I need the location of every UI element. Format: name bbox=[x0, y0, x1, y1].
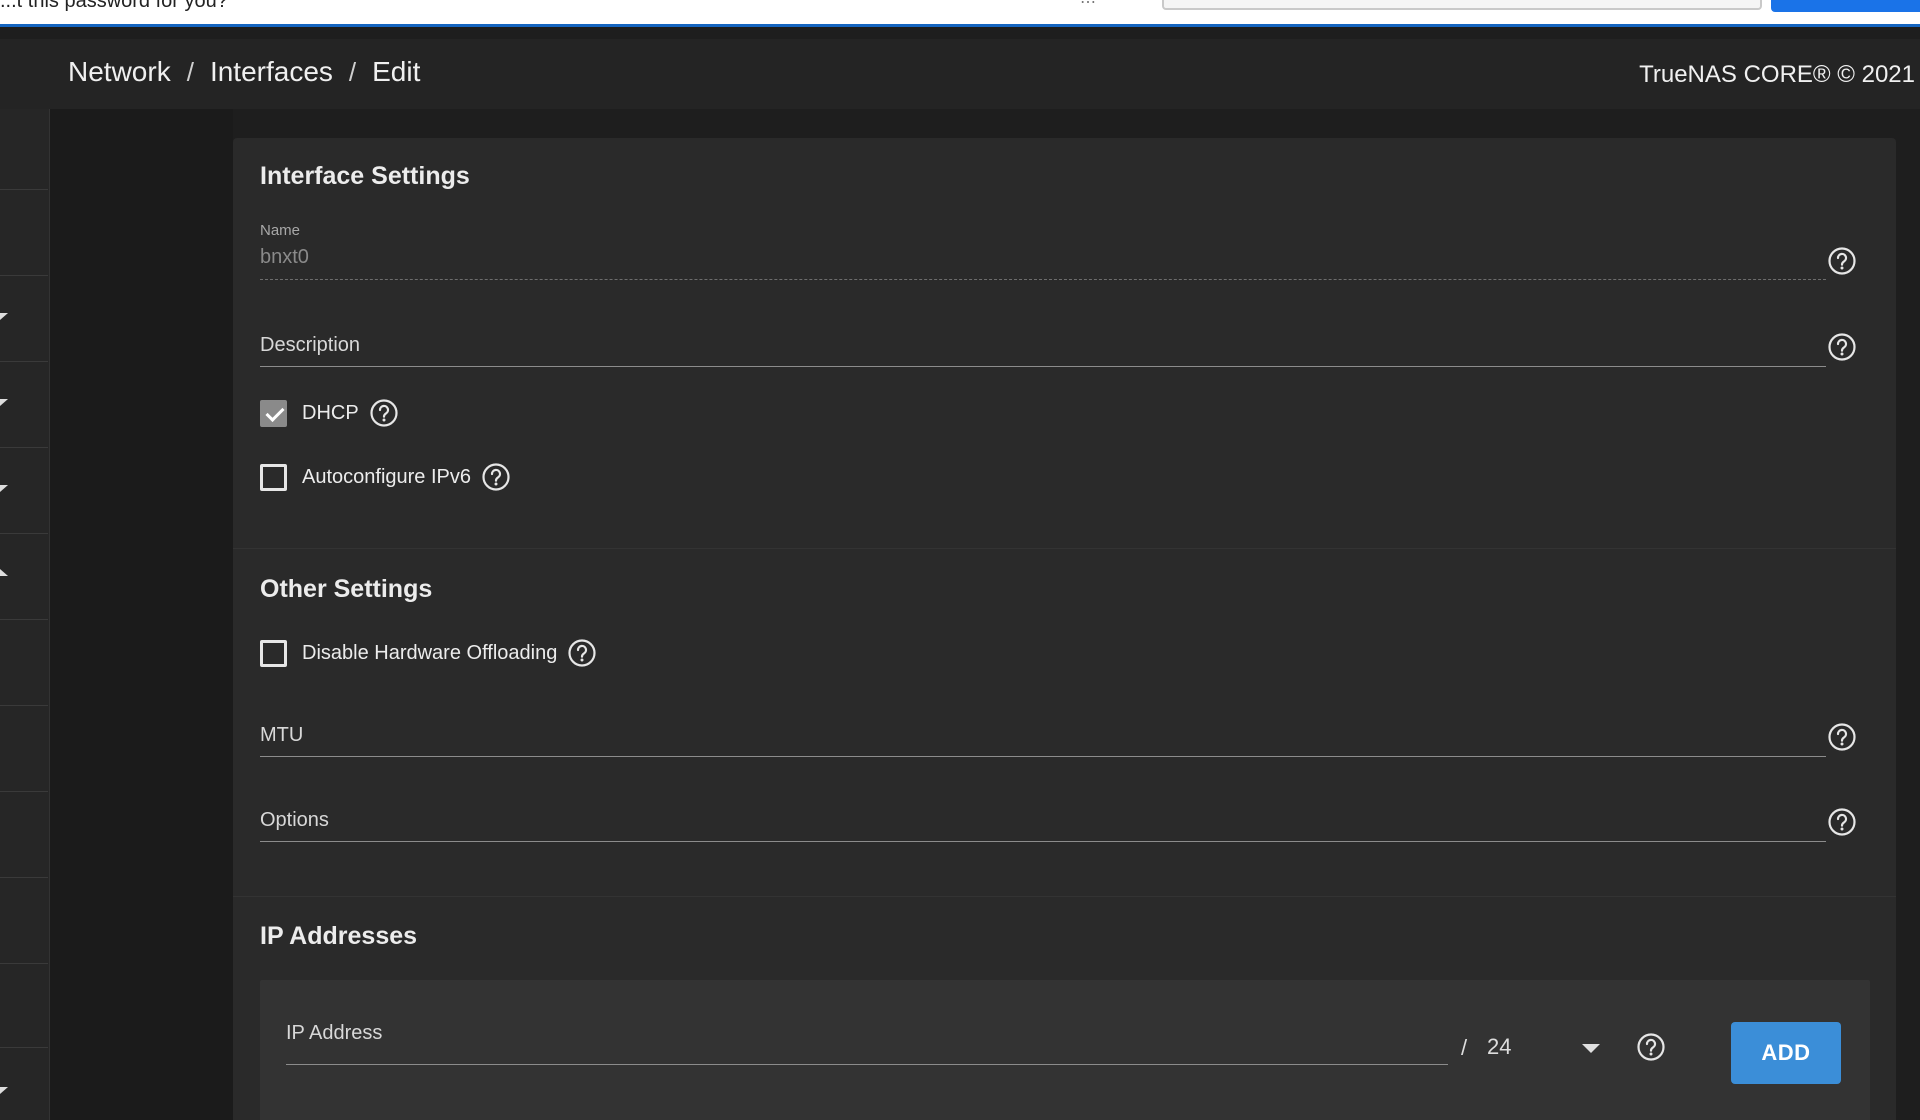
interface-edit-form: Interface Settings Name bnxt0 Descriptio… bbox=[233, 138, 1896, 1120]
section-divider bbox=[233, 896, 1896, 897]
sidebar-divider bbox=[0, 791, 48, 792]
sidebar-divider bbox=[0, 275, 48, 276]
description-underline bbox=[260, 366, 1826, 367]
ip-address-row: IP Address / 24 ADD bbox=[260, 980, 1870, 1120]
page-header: Network / Interfaces / Edit TrueNAS CORE… bbox=[0, 39, 1920, 109]
section-divider bbox=[233, 548, 1896, 549]
options-placeholder: Options bbox=[260, 809, 329, 831]
interface-settings-title: Interface Settings bbox=[260, 162, 470, 190]
autoconfigure-ipv6-checkbox[interactable] bbox=[260, 463, 287, 491]
description-placeholder: Description bbox=[260, 334, 361, 356]
mtu-underline bbox=[260, 756, 1826, 757]
sidebar-divider bbox=[0, 877, 48, 878]
help-icon[interactable] bbox=[1827, 722, 1857, 752]
disable-hw-offloading-label[interactable]: Disable Hardware Offloading bbox=[302, 642, 557, 665]
sidebar bbox=[0, 39, 50, 1120]
help-icon[interactable] bbox=[567, 638, 597, 668]
help-icon[interactable] bbox=[1827, 807, 1857, 837]
breadcrumb-separator: / bbox=[186, 56, 194, 87]
key-icon: ⋯ bbox=[1080, 0, 1100, 11]
autoconfigure-ipv6-label[interactable]: Autoconfigure IPv6 bbox=[302, 466, 471, 489]
ip-addresses-title: IP Addresses bbox=[260, 922, 418, 950]
dhcp-label[interactable]: DHCP bbox=[302, 402, 359, 425]
sidebar-divider bbox=[0, 1047, 48, 1048]
content-gutter bbox=[50, 109, 233, 1120]
help-icon[interactable] bbox=[481, 462, 511, 492]
chevron-down-icon[interactable] bbox=[1582, 1044, 1600, 1053]
sidebar-divider bbox=[0, 533, 48, 534]
name-underline bbox=[260, 279, 1826, 280]
netmask-select-value[interactable]: 24 bbox=[1487, 1034, 1511, 1060]
mtu-placeholder: MTU bbox=[260, 724, 304, 746]
breadcrumb-network[interactable]: Network bbox=[68, 56, 171, 88]
sidebar-expand-icon[interactable] bbox=[0, 399, 8, 406]
dhcp-row: DHCP bbox=[260, 398, 399, 428]
help-icon[interactable] bbox=[1827, 332, 1857, 362]
name-field: Name bnxt0 bbox=[260, 222, 1826, 282]
password-prompt-input[interactable] bbox=[1162, 0, 1762, 10]
sidebar-expand-icon[interactable] bbox=[0, 313, 8, 320]
help-icon[interactable] bbox=[1827, 246, 1857, 276]
breadcrumb-separator: / bbox=[348, 56, 357, 87]
sidebar-divider bbox=[0, 447, 48, 448]
netmask-separator: / bbox=[1461, 1035, 1468, 1060]
disable-hw-offloading-checkbox[interactable] bbox=[260, 639, 287, 667]
password-prompt-button[interactable] bbox=[1771, 0, 1920, 12]
autoconfigure-ipv6-row: Autoconfigure IPv6 bbox=[260, 462, 511, 492]
sidebar-collapse-icon[interactable] bbox=[0, 569, 8, 576]
other-settings-title: Other Settings bbox=[260, 575, 433, 603]
dhcp-checkbox[interactable] bbox=[260, 399, 287, 427]
ip-address-placeholder[interactable]: IP Address bbox=[286, 1022, 382, 1045]
password-prompt-text: ...t this password for you? bbox=[0, 0, 228, 12]
sidebar-divider bbox=[0, 619, 48, 620]
sidebar-divider bbox=[0, 189, 48, 190]
sidebar-expand-icon[interactable] bbox=[0, 485, 8, 492]
copyright-text: TrueNAS CORE® © 2021 bbox=[1639, 61, 1915, 88]
help-icon[interactable] bbox=[1636, 1032, 1666, 1062]
breadcrumb: Network / Interfaces / Edit bbox=[68, 56, 420, 88]
sidebar-expand-icon[interactable] bbox=[0, 1087, 8, 1094]
sidebar-divider bbox=[0, 361, 48, 362]
sidebar-divider bbox=[0, 963, 48, 964]
disable-hw-offloading-row: Disable Hardware Offloading bbox=[260, 638, 597, 668]
options-field[interactable]: Options bbox=[260, 803, 1826, 853]
add-ip-button[interactable]: ADD bbox=[1731, 1022, 1841, 1084]
mtu-field[interactable]: MTU bbox=[260, 718, 1826, 768]
name-label: Name bbox=[260, 222, 301, 239]
help-icon[interactable] bbox=[369, 398, 399, 428]
browser-password-bar: ...t this password for you? ⋯ bbox=[0, 0, 1920, 27]
sidebar-divider bbox=[0, 705, 48, 706]
ip-address-underline bbox=[286, 1064, 1448, 1065]
options-underline bbox=[260, 841, 1826, 842]
name-value: bnxt0 bbox=[260, 246, 309, 268]
breadcrumb-interfaces[interactable]: Interfaces bbox=[210, 56, 333, 88]
breadcrumb-edit: Edit bbox=[372, 56, 421, 87]
description-field[interactable]: Description bbox=[260, 328, 1826, 378]
